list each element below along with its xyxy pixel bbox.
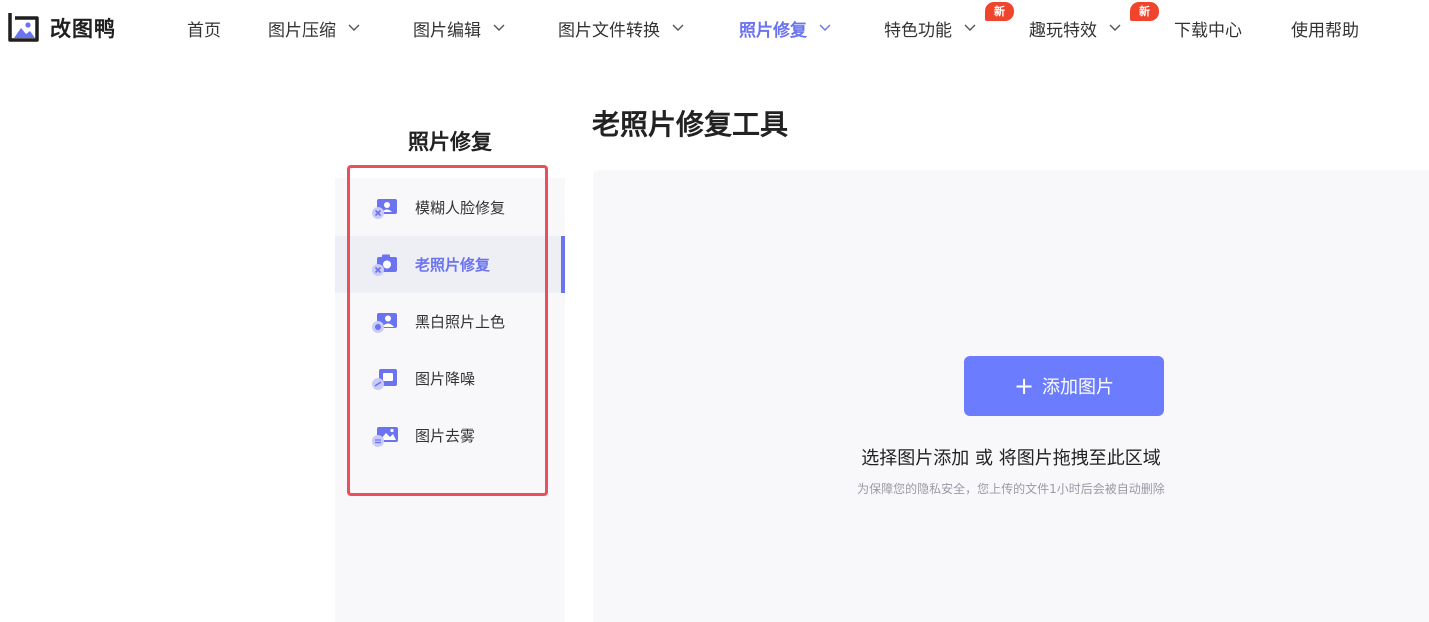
nav-label: 使用帮助 (1291, 20, 1359, 41)
sidebar-item-label: 老照片修复 (415, 256, 491, 274)
sidebar-item-old-photo[interactable]: 老照片修复 (335, 236, 565, 293)
sidebar-item-dehaze[interactable]: 图片去雾 (335, 407, 565, 464)
page-title: 老照片修复工具 (592, 108, 789, 141)
logo-icon (8, 13, 39, 42)
nav-label: 特色功能 (884, 20, 952, 41)
sidebar-item-face-restore[interactable]: 模糊人脸修复 (335, 179, 565, 236)
sidebar-title: 照片修复 (408, 130, 492, 154)
new-badge: 新 (985, 2, 1014, 21)
face-restore-icon (372, 198, 397, 219)
nav-file-convert[interactable]: 图片文件转换 (558, 16, 684, 41)
nav-label: 照片修复 (739, 20, 807, 41)
sidebar-item-denoise[interactable]: 图片降噪 (335, 350, 565, 407)
brand-name: 改图鸭 (50, 17, 116, 41)
chevron-down-icon (493, 24, 505, 31)
nav-photo-repair[interactable]: 照片修复 (739, 16, 831, 41)
nav-download-center[interactable]: 下载中心 (1174, 16, 1242, 41)
upload-hint: 选择图片添加 或 将图片拖拽至此区域 (861, 448, 1161, 469)
denoise-icon (372, 368, 397, 390)
sidebar-item-label: 黑白照片上色 (415, 313, 506, 331)
add-image-button[interactable]: + 添加图片 (964, 356, 1164, 416)
nav-home[interactable]: 首页 (187, 16, 221, 41)
nav-label: 图片文件转换 (558, 20, 660, 41)
nav-help[interactable]: 使用帮助 (1291, 16, 1359, 41)
chevron-down-icon (1109, 24, 1121, 31)
dehaze-icon (372, 426, 398, 447)
new-badge: 新 (1130, 2, 1159, 21)
sidebar: 模糊人脸修复 老照片修复 黑白照片上色 图片降噪 图片去雾 (335, 178, 565, 622)
logo[interactable]: 改图鸭 (4, 10, 116, 46)
nav-label: 趣玩特效 (1029, 20, 1097, 41)
chevron-down-icon (964, 24, 976, 31)
colorize-icon (372, 312, 397, 333)
sidebar-item-colorize[interactable]: 黑白照片上色 (335, 293, 565, 350)
nav-image-edit[interactable]: 图片编辑 (413, 16, 505, 41)
nav-fun-effects[interactable]: 趣玩特效 新 (1029, 2, 1159, 41)
sidebar-item-label: 图片去雾 (415, 427, 476, 445)
nav-label: 图片编辑 (413, 20, 481, 41)
nav-special-features[interactable]: 特色功能 新 (884, 2, 1014, 41)
nav-label: 图片压缩 (268, 20, 336, 41)
add-image-label: 添加图片 (1042, 377, 1115, 398)
chevron-down-icon (819, 24, 831, 31)
plus-icon: + (1013, 372, 1035, 400)
nav-label: 下载中心 (1174, 20, 1242, 41)
chevron-down-icon (672, 24, 684, 31)
nav-label: 首页 (187, 20, 221, 41)
nav-image-compress[interactable]: 图片压缩 (268, 16, 360, 41)
sidebar-item-label: 模糊人脸修复 (415, 199, 506, 217)
top-navbar: 改图鸭 首页 图片压缩 图片编辑 图片文件转换 照片修复 特色功能 新 趣玩特效… (0, 0, 1429, 56)
privacy-note: 为保障您的隐私安全，您上传的文件1小时后会被自动删除 (857, 482, 1165, 496)
sidebar-item-label: 图片降噪 (415, 370, 476, 388)
upload-dropzone[interactable]: + 添加图片 选择图片添加 或 将图片拖拽至此区域 为保障您的隐私安全，您上传的… (593, 170, 1429, 622)
old-photo-icon (372, 254, 397, 276)
chevron-down-icon (348, 24, 360, 31)
